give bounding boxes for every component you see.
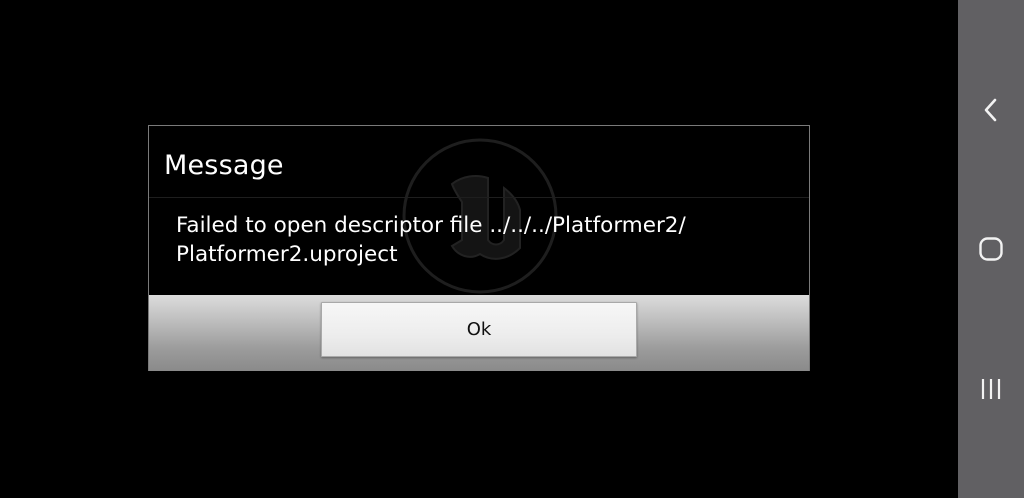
- dialog-header: Message: [149, 126, 809, 198]
- back-button[interactable]: [958, 80, 1024, 140]
- dialog-button-bar: Ok: [149, 295, 809, 371]
- phone-screen: Message Failed to open descriptor file .…: [0, 0, 1024, 498]
- back-icon: [984, 98, 997, 122]
- dialog-message-line-1: Failed to open descriptor file ../../../…: [176, 213, 686, 238]
- dialog-message-line-2: Platformer2.uproject: [176, 242, 398, 267]
- message-dialog: Message Failed to open descriptor file .…: [148, 125, 810, 371]
- dialog-title: Message: [164, 150, 284, 181]
- home-icon: [979, 237, 1003, 261]
- app-area: Message Failed to open descriptor file .…: [0, 0, 958, 498]
- recents-icon: [981, 379, 1001, 399]
- recents-button[interactable]: [958, 359, 1024, 419]
- home-button[interactable]: [958, 219, 1024, 279]
- ok-button[interactable]: Ok: [321, 302, 637, 357]
- system-navigation-bar: [958, 0, 1024, 498]
- dialog-message: Failed to open descriptor file ../../../…: [176, 211, 786, 269]
